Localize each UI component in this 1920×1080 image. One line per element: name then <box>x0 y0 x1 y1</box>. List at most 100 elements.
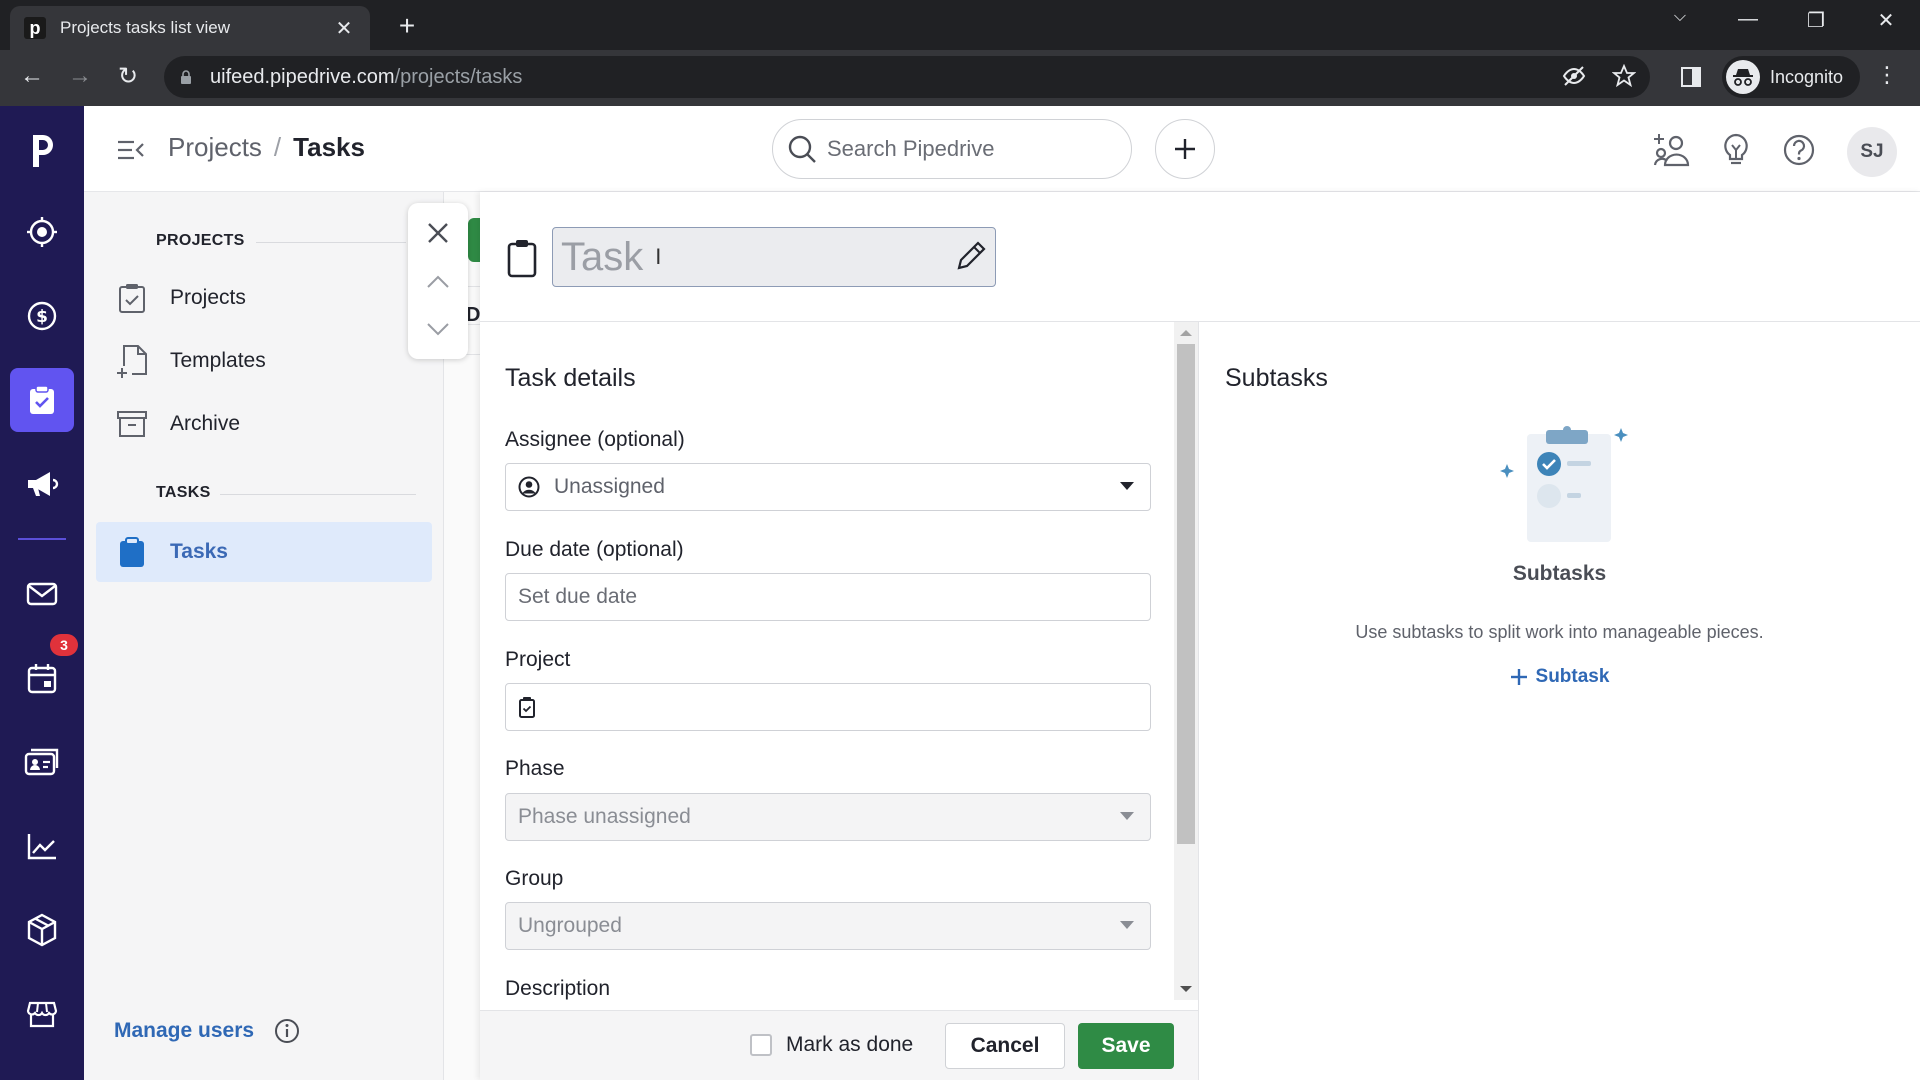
insights-nav[interactable] <box>10 814 74 878</box>
leads-nav[interactable] <box>10 200 74 264</box>
section-divider <box>220 494 416 495</box>
collapse-sidebar-icon[interactable] <box>114 134 146 166</box>
info-icon[interactable] <box>274 1018 300 1044</box>
incognito-icon <box>1726 60 1760 94</box>
phase-label: Phase <box>505 757 565 780</box>
subtasks-illustration-icon <box>1500 426 1628 542</box>
clipboard-check-icon <box>519 697 535 718</box>
form-scrollbar[interactable] <box>1174 322 1198 1000</box>
previous-task-button[interactable] <box>418 262 458 302</box>
save-button[interactable]: Save <box>1078 1023 1174 1069</box>
dropdown-caret-icon <box>1120 482 1134 490</box>
breadcrumb-projects[interactable]: Projects <box>168 132 262 163</box>
contact-card-icon <box>24 748 59 776</box>
group-label: Group <box>505 867 564 890</box>
eye-slash-icon[interactable] <box>1562 64 1586 88</box>
incognito-indicator[interactable]: Incognito <box>1722 56 1860 98</box>
chevron-up-icon <box>427 275 449 288</box>
scrollbar-thumb[interactable] <box>1177 344 1195 844</box>
breadcrumb-separator: / <box>273 132 282 162</box>
mark-as-done-checkbox[interactable]: Mark as done <box>750 1033 913 1057</box>
sidebar-item-label: Archive <box>170 412 241 435</box>
back-icon[interactable]: ← <box>16 62 48 90</box>
close-panel-button[interactable] <box>418 213 458 253</box>
subtasks-heading: Subtasks <box>1225 364 1328 392</box>
project-label: Project <box>505 648 571 671</box>
user-circle-icon <box>518 476 540 498</box>
text-cursor-icon: I <box>655 244 662 269</box>
search-input[interactable]: Search Pipedrive <box>772 119 1132 179</box>
scroll-down-arrow-icon[interactable] <box>1180 986 1192 992</box>
app-navigation: $ 3 <box>0 106 84 1080</box>
pipedrive-logo[interactable] <box>10 118 74 182</box>
project-select[interactable] <box>505 683 1151 731</box>
tab-title: Projects tasks list view <box>60 18 231 37</box>
campaigns-nav[interactable] <box>10 452 74 516</box>
sidebar-item-projects[interactable]: Projects <box>96 268 432 328</box>
user-avatar[interactable]: SJ <box>1847 127 1897 177</box>
projects-nav[interactable] <box>10 368 74 432</box>
checkbox-box[interactable] <box>750 1034 772 1056</box>
calendar-icon <box>27 664 57 694</box>
manage-users-link[interactable]: Manage users <box>114 1019 254 1043</box>
task-title-input[interactable]: Task I <box>552 227 996 287</box>
due-date-placeholder: Set due date <box>518 585 638 608</box>
assignee-select[interactable]: Unassigned <box>505 463 1151 511</box>
pencil-icon[interactable] <box>953 240 987 274</box>
sidebar-item-archive[interactable]: Archive <box>96 394 432 454</box>
task-panel-header: Task I <box>480 192 1920 322</box>
tab-search-chevron-icon[interactable]: ⌵ <box>1660 8 1700 26</box>
products-nav[interactable] <box>10 898 74 962</box>
target-icon <box>27 217 57 247</box>
next-task-button[interactable] <box>418 309 458 349</box>
deals-nav[interactable]: $ <box>10 284 74 348</box>
mail-nav[interactable] <box>10 562 74 626</box>
contacts-nav[interactable] <box>10 730 74 794</box>
tab-close-icon[interactable]: ✕ <box>332 16 356 41</box>
mail-icon <box>26 582 58 606</box>
clipboard-check-icon <box>30 385 54 414</box>
tips-button[interactable] <box>1716 130 1756 170</box>
address-bar[interactable]: uifeed.pipedrive.com/projects/tasks <box>164 56 1650 98</box>
search-placeholder: Search Pipedrive <box>827 136 995 161</box>
subtasks-empty-title: Subtasks <box>1512 562 1607 585</box>
mark-as-done-label: Mark as done <box>786 1033 914 1056</box>
reload-icon[interactable]: ↻ <box>112 62 144 91</box>
cancel-button[interactable]: Cancel <box>945 1023 1065 1069</box>
panel-controls <box>408 203 468 359</box>
chart-icon <box>27 834 56 860</box>
top-header: Projects / Tasks Search Pipedrive <box>84 106 1920 192</box>
forward-icon[interactable]: → <box>64 62 96 90</box>
browser-tab[interactable]: p Projects tasks list view ✕ <box>10 6 370 50</box>
invite-users-button[interactable] <box>1652 130 1692 170</box>
minimize-icon[interactable]: — <box>1728 8 1768 31</box>
store-icon <box>26 1001 58 1028</box>
bookmark-star-icon[interactable] <box>1612 64 1636 88</box>
task-detail-panel: Task I Task details Assignee (optional) … <box>480 192 1920 1080</box>
browser-menu-icon[interactable]: ⋮ <box>1876 62 1898 88</box>
dropdown-caret-icon <box>1120 921 1134 929</box>
scroll-up-arrow-icon[interactable] <box>1180 330 1192 336</box>
side-panel-icon[interactable] <box>1680 66 1702 88</box>
window-close-icon[interactable]: ✕ <box>1866 8 1906 33</box>
quick-add-button[interactable] <box>1155 119 1215 179</box>
new-tab-button[interactable]: + <box>392 10 422 42</box>
due-date-input[interactable]: Set due date <box>505 573 1151 621</box>
add-subtask-button[interactable]: Subtask <box>1199 666 1920 688</box>
sidebar-item-templates[interactable]: Templates <box>96 331 432 391</box>
sidebar-item-tasks[interactable]: Tasks <box>96 522 432 582</box>
browser-toolbar: ← → ↻ uifeed.pipedrive.com/projects/task… <box>0 50 1920 106</box>
clipboard-check-icon <box>116 282 148 314</box>
phase-select[interactable]: Phase unassigned <box>505 793 1151 841</box>
help-button[interactable] <box>1779 130 1819 170</box>
subtasks-section: Subtasks Subtasks Use subtasks to split … <box>1199 322 1920 1080</box>
plus-icon <box>1175 139 1195 159</box>
url-path: /projects/tasks <box>394 65 523 88</box>
group-select[interactable]: Ungrouped <box>505 902 1151 950</box>
task-title-placeholder: Task <box>561 234 644 279</box>
clipboard-icon <box>116 536 148 568</box>
task-details-form: Task details Assignee (optional) Unassig… <box>480 322 1198 1000</box>
marketplace-nav[interactable] <box>10 982 74 1046</box>
sidebar-item-label: Tasks <box>170 540 228 563</box>
restore-icon[interactable]: ❐ <box>1796 8 1836 33</box>
